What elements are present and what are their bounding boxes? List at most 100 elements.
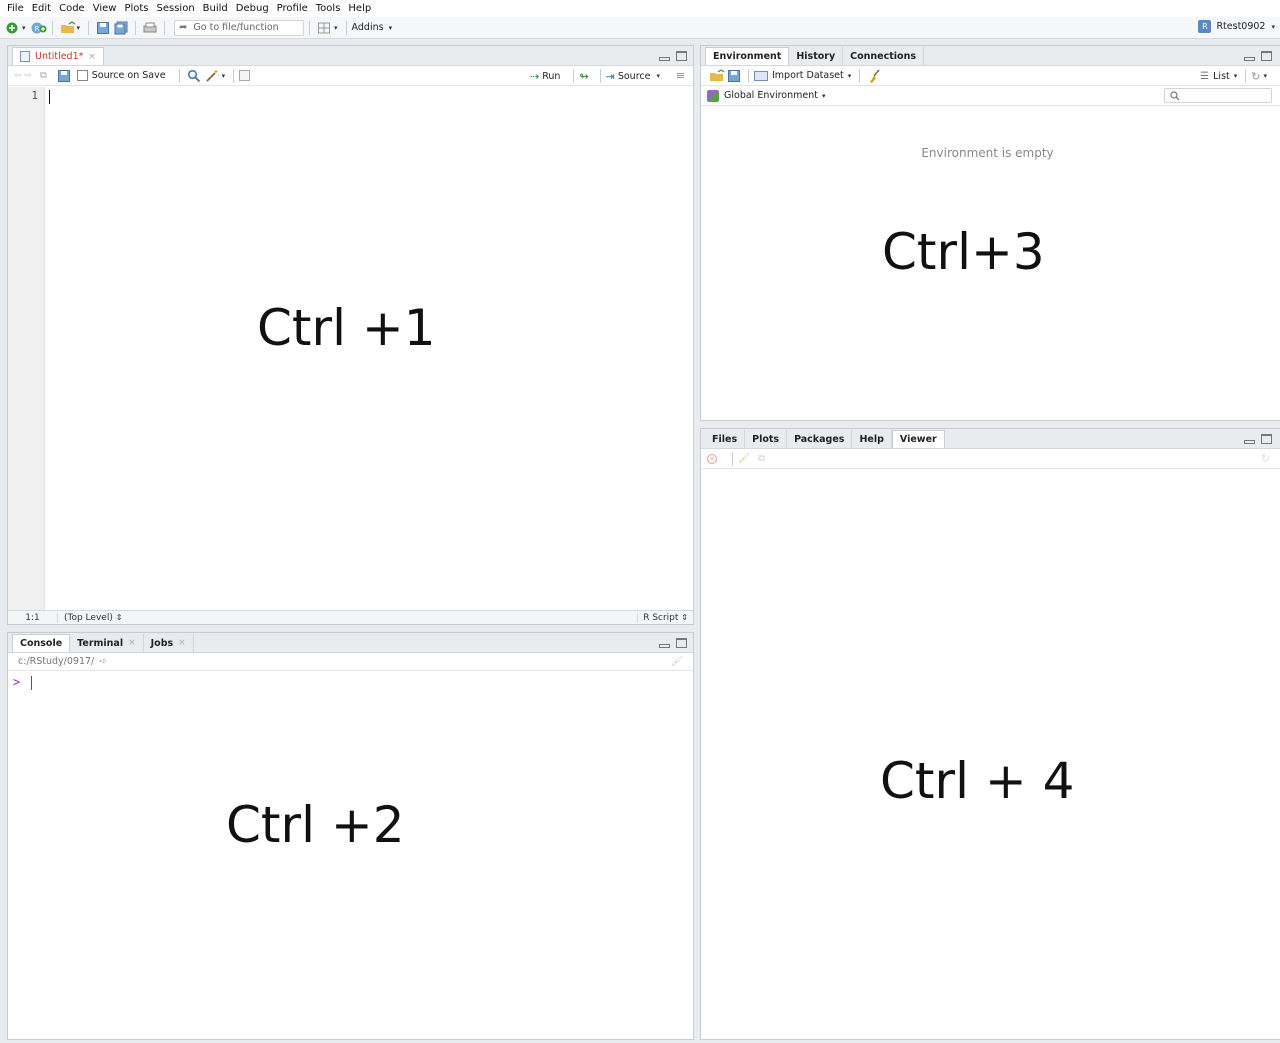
go-to-file-input[interactable]: ➦ Go to file/function xyxy=(174,19,305,36)
minimize-icon[interactable] xyxy=(1244,57,1255,61)
tab-jobs[interactable]: Jobs × xyxy=(144,634,194,652)
back-arrow-icon[interactable]: ⇦ xyxy=(14,70,22,81)
minimize-icon[interactable] xyxy=(659,644,670,648)
tab-history[interactable]: History xyxy=(789,47,844,65)
clear-viewer-icon[interactable]: 🖌 xyxy=(738,453,750,464)
file-type-selector[interactable]: R Script ⇕ xyxy=(637,612,693,623)
line-number: 1 xyxy=(31,89,38,102)
close-tab-icon[interactable]: × xyxy=(88,52,96,62)
toolbar-divider xyxy=(309,20,311,35)
save-all-icon[interactable] xyxy=(114,21,128,35)
run-arrow-icon[interactable]: ⇢ xyxy=(530,70,539,83)
menu-tools[interactable]: Tools xyxy=(314,3,347,14)
magic-wand-icon[interactable] xyxy=(205,69,219,83)
chevron-down-icon[interactable]: ▾ xyxy=(1263,72,1267,80)
chevron-down-icon[interactable]: ▾ xyxy=(334,24,338,32)
console-input-area[interactable] xyxy=(8,673,693,1039)
save-icon[interactable] xyxy=(57,69,71,83)
tab-untitled1[interactable]: Untitled1* × xyxy=(12,47,104,65)
tab-terminal[interactable]: Terminal × xyxy=(70,634,144,652)
maximize-icon[interactable] xyxy=(676,638,687,648)
overlay-label-ctrl1: Ctrl +1 xyxy=(257,299,436,357)
toolbar-divider xyxy=(1245,69,1247,83)
menu-edit[interactable]: Edit xyxy=(30,3,57,14)
menu-help[interactable]: Help xyxy=(346,3,377,14)
menu-code[interactable]: Code xyxy=(57,3,91,14)
tab-help[interactable]: Help xyxy=(852,430,892,448)
scope-level[interactable]: (Top Level) ⇕ xyxy=(58,613,122,623)
show-in-window-icon[interactable]: ⧉ xyxy=(40,70,47,81)
new-file-icon[interactable] xyxy=(5,21,19,35)
toolbar-divider xyxy=(599,69,601,83)
search-icon[interactable] xyxy=(187,69,201,83)
save-icon[interactable] xyxy=(96,21,110,35)
tab-files[interactable]: Files xyxy=(705,430,746,448)
tab-packages[interactable]: Packages xyxy=(787,430,853,448)
maximize-icon[interactable] xyxy=(1261,434,1272,444)
refresh-icon[interactable]: ↻ xyxy=(1261,452,1270,465)
chevron-down-icon[interactable]: ▾ xyxy=(77,24,81,32)
minimize-icon[interactable] xyxy=(659,57,670,61)
minimize-icon[interactable] xyxy=(1244,440,1255,444)
menu-debug[interactable]: Debug xyxy=(234,3,275,14)
source-button[interactable]: Source xyxy=(618,71,651,82)
run-button[interactable]: Run xyxy=(542,71,560,82)
global-environment-label: Global Environment xyxy=(724,90,818,101)
menu-build[interactable]: Build xyxy=(201,3,234,14)
overlay-label-ctrl4: Ctrl + 4 xyxy=(880,752,1075,810)
re-run-icon[interactable]: ↬ xyxy=(579,70,588,83)
view-mode-group: ☰ List ▾ ↻ ▾ xyxy=(1200,69,1270,83)
chevron-down-icon[interactable]: ▾ xyxy=(656,72,660,80)
save-workspace-icon[interactable] xyxy=(727,69,741,83)
tab-viewer[interactable]: Viewer xyxy=(891,430,945,448)
print-icon[interactable] xyxy=(143,21,157,35)
list-view-button[interactable]: List xyxy=(1213,71,1230,82)
show-in-new-window-icon[interactable]: ⧉ xyxy=(758,453,765,464)
chevron-down-icon[interactable]: ▾ xyxy=(22,24,26,32)
stop-icon[interactable]: × xyxy=(707,453,717,464)
menu-profile[interactable]: Profile xyxy=(275,3,314,14)
compile-report-icon[interactable] xyxy=(239,70,251,81)
menu-view[interactable]: View xyxy=(91,3,123,14)
global-environment-selector[interactable]: Global Environment ▾ xyxy=(724,90,829,101)
environment-window-controls xyxy=(1244,51,1272,61)
broom-icon[interactable] xyxy=(867,68,881,83)
tab-terminal-label: Terminal xyxy=(77,637,124,649)
source-on-save-checkbox[interactable] xyxy=(76,70,88,81)
close-tab-icon[interactable]: × xyxy=(128,638,136,648)
go-to-placeholder: Go to file/function xyxy=(193,22,279,33)
environment-search-input[interactable] xyxy=(1164,88,1272,103)
maximize-icon[interactable] xyxy=(676,51,687,61)
go-to-directory-icon[interactable]: ➪ xyxy=(99,656,107,667)
new-project-icon[interactable]: R xyxy=(31,21,47,35)
menu-plots[interactable]: Plots xyxy=(122,3,154,14)
chevron-down-icon[interactable]: ▾ xyxy=(222,72,226,80)
tab-plots[interactable]: Plots xyxy=(745,430,788,448)
forward-arrow-icon[interactable]: ⇨ xyxy=(24,70,32,81)
source-arrow-icon[interactable]: ⇥ xyxy=(606,70,615,83)
tab-connections[interactable]: Connections xyxy=(843,47,924,65)
go-to-arrow-icon: ➦ xyxy=(179,22,188,33)
clear-console-icon[interactable]: 🖌 xyxy=(671,656,683,667)
console-pane: Console Terminal × Jobs × c:/RStudy/0917/ … xyxy=(7,632,694,1040)
chevron-down-icon[interactable]: ▾ xyxy=(389,24,393,32)
import-dataset-button[interactable]: Import Dataset ▾ xyxy=(754,70,854,81)
project-menu[interactable]: R Rtest0902 ▾ xyxy=(1198,20,1278,33)
editor-toolbar: ⇦ ⇨ ⧉ Source on Save ▾ ⇢ Run ↬ ⇥ Source … xyxy=(8,66,693,86)
chevron-down-icon[interactable]: ▾ xyxy=(1234,72,1238,80)
tab-jobs-label: Jobs xyxy=(150,637,174,649)
menu-session[interactable]: Session xyxy=(155,3,201,14)
editor-tab-bar: Untitled1* × xyxy=(8,46,693,66)
document-outline-icon[interactable]: ≡ xyxy=(676,69,685,82)
tab-console[interactable]: Console xyxy=(12,634,71,652)
refresh-icon[interactable]: ↻ xyxy=(1251,70,1260,83)
grid-layout-icon[interactable] xyxy=(317,21,331,35)
menu-file[interactable]: File xyxy=(5,3,30,14)
load-workspace-icon[interactable] xyxy=(709,68,725,83)
maximize-icon[interactable] xyxy=(1261,51,1272,61)
tab-environment[interactable]: Environment xyxy=(705,47,790,65)
addins-menu[interactable]: Addins xyxy=(352,22,384,33)
open-folder-icon[interactable] xyxy=(60,20,75,35)
import-dataset-label: Import Dataset xyxy=(772,70,844,81)
close-tab-icon[interactable]: × xyxy=(178,638,186,648)
